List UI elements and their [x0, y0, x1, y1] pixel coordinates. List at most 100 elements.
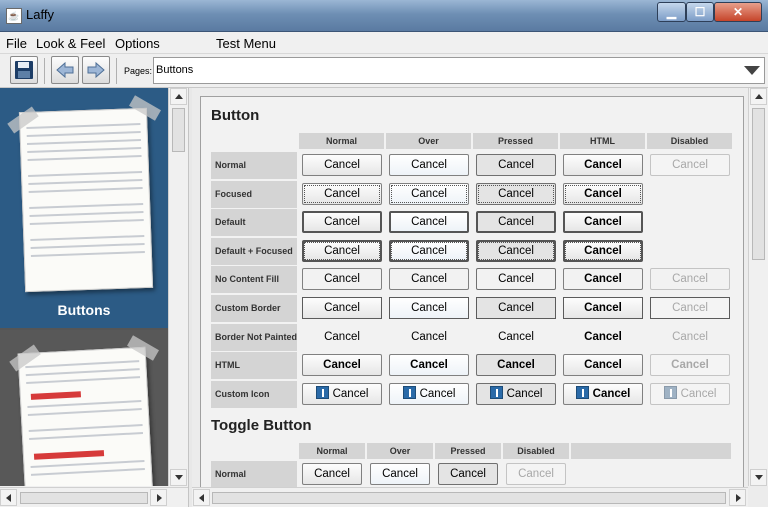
back-button[interactable] [51, 56, 79, 84]
scroll-up-button[interactable] [750, 88, 767, 105]
cancel-button[interactable]: Cancel [563, 239, 643, 262]
cancel-button[interactable]: Cancel [389, 326, 469, 348]
cancel-button[interactable]: Cancel [563, 326, 643, 348]
cancel-button[interactable]: Cancel [476, 297, 556, 319]
button-label: Cancel [323, 359, 361, 372]
button-label: Cancel [672, 159, 708, 171]
content-vertical-scrollbar[interactable] [748, 88, 768, 486]
scroll-thumb[interactable] [752, 108, 765, 260]
cancel-button[interactable]: Cancel [476, 239, 556, 262]
scroll-right-button[interactable] [150, 489, 167, 506]
cancel-button[interactable]: Cancel [389, 382, 469, 405]
menu-test-menu[interactable]: Test Menu [216, 36, 276, 51]
cancel-button[interactable]: Cancel [476, 211, 556, 234]
cancel-toggle-button[interactable]: Cancel [438, 463, 498, 485]
main-content-area: Button Normal Over Pressed HTML Disabled Norm… [192, 88, 768, 507]
cancel-toggle-button[interactable]: Cancel [302, 463, 362, 485]
minimize-icon: ▁ [666, 5, 677, 19]
menu-look-and-feel[interactable]: Look & Feel [36, 36, 105, 51]
cancel-button[interactable]: Cancel [302, 297, 382, 319]
column-header-spacer [571, 443, 731, 459]
arrow-right-icon [87, 61, 105, 79]
button-label: Cancel [411, 273, 447, 286]
scroll-thumb[interactable] [212, 492, 726, 504]
column-header-normal: Normal [299, 443, 365, 459]
cancel-button[interactable]: Cancel [302, 239, 382, 262]
cancel-button[interactable]: Cancel [563, 154, 643, 176]
maximize-button[interactable]: ☐ [686, 2, 714, 22]
cancel-button: Cancel [650, 154, 730, 176]
cancel-button: Cancel [650, 382, 730, 405]
cancel-button[interactable]: Cancel [563, 382, 643, 405]
cancel-button[interactable]: Cancel [563, 297, 643, 319]
cancel-button[interactable]: Cancel [302, 154, 382, 176]
pages-dropdown[interactable]: Buttons [153, 57, 765, 84]
button-label: Cancel [324, 302, 360, 314]
cancel-button[interactable]: Cancel [563, 354, 643, 377]
cancel-button[interactable]: Cancel [389, 211, 469, 234]
button-label: Cancel [324, 244, 360, 257]
button-label: Cancel [410, 359, 448, 372]
save-button[interactable] [10, 56, 38, 84]
scroll-left-button[interactable] [193, 489, 210, 506]
cancel-button[interactable]: Cancel [302, 211, 382, 234]
thumbnail-horizontal-scrollbar[interactable] [0, 487, 188, 507]
cancel-button[interactable]: Cancel [302, 354, 382, 377]
cancel-button[interactable]: Cancel [389, 354, 469, 377]
forward-button[interactable] [82, 56, 110, 84]
button-label: Cancel [506, 387, 543, 400]
button-label: Cancel [324, 187, 360, 200]
menu-file[interactable]: File [6, 36, 27, 51]
arrow-left-icon [56, 61, 74, 79]
toolbar: Pages: Buttons [0, 54, 768, 88]
thumbnail-next-page[interactable] [0, 330, 168, 486]
cancel-button[interactable]: Cancel [476, 382, 556, 405]
menu-options[interactable]: Options [115, 36, 160, 51]
cancel-button[interactable]: Cancel [302, 326, 382, 348]
column-header-over: Over [367, 443, 433, 459]
button-label: Cancel [411, 302, 447, 314]
content-horizontal-scrollbar[interactable] [192, 487, 748, 507]
column-header-pressed: Pressed [435, 443, 501, 459]
thumbnail-vertical-scrollbar[interactable] [168, 88, 188, 486]
cancel-button[interactable]: Cancel [389, 182, 469, 205]
toolbar-separator [44, 58, 45, 84]
cancel-button[interactable]: Cancel [302, 182, 382, 205]
cancel-button[interactable]: Cancel [389, 297, 469, 319]
cancel-button[interactable]: Cancel [476, 354, 556, 377]
scroll-left-button[interactable] [0, 489, 17, 506]
cancel-button[interactable]: Cancel [302, 268, 382, 291]
cancel-button[interactable]: Cancel [476, 182, 556, 205]
scroll-thumb[interactable] [20, 492, 148, 504]
arrow-up-icon [175, 94, 183, 99]
scroll-down-button[interactable] [170, 469, 187, 486]
cancel-button[interactable]: Cancel [389, 239, 469, 262]
button-label: Cancel [324, 216, 360, 229]
cancel-button[interactable]: Cancel [563, 211, 643, 234]
button-section-title: Button [211, 107, 260, 124]
scroll-right-button[interactable] [729, 489, 746, 506]
thumbnail-buttons[interactable]: Buttons [0, 88, 168, 328]
floppy-disk-icon [15, 61, 33, 79]
cancel-toggle-button[interactable]: Cancel [370, 463, 430, 485]
cancel-button[interactable]: Cancel [476, 268, 556, 291]
cancel-button[interactable]: Cancel [476, 326, 556, 348]
cancel-button[interactable]: Cancel [476, 154, 556, 176]
cancel-button[interactable]: Cancel [563, 268, 643, 291]
button-label: Cancel [497, 359, 535, 372]
scroll-thumb[interactable] [172, 108, 185, 152]
close-button[interactable]: ✕ [714, 2, 762, 22]
cancel-button[interactable]: Cancel [563, 182, 643, 205]
figure-icon [489, 385, 503, 399]
scroll-down-button[interactable] [750, 469, 767, 486]
button-label: Cancel [498, 216, 534, 229]
cancel-button[interactable]: Cancel [389, 268, 469, 291]
minimize-button[interactable]: ▁ [657, 2, 686, 22]
cancel-button[interactable]: Cancel [389, 154, 469, 176]
button-label: Cancel [498, 273, 534, 286]
arrow-left-icon [199, 494, 204, 502]
cancel-button[interactable]: Cancel [302, 382, 382, 405]
scroll-up-button[interactable] [170, 88, 187, 105]
button-label: Cancel [324, 273, 360, 286]
chevron-down-icon[interactable] [744, 66, 760, 75]
